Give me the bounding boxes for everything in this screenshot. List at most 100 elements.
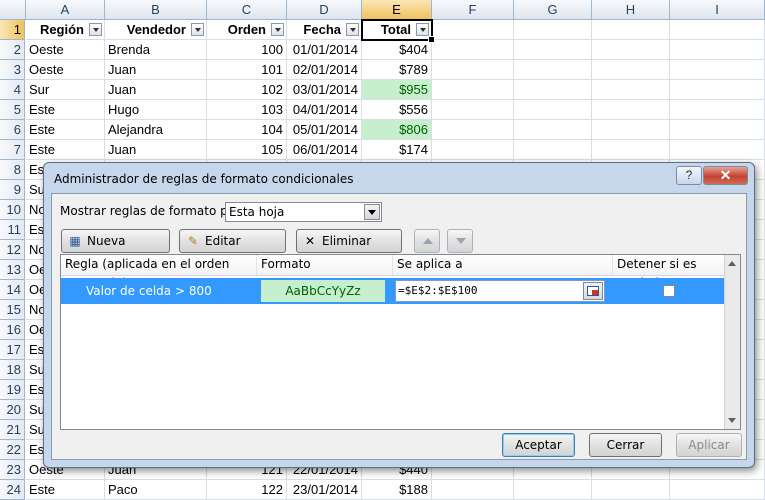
header-applies-to[interactable]: Se aplica a	[393, 255, 613, 275]
cell-b1[interactable]: Vendedor	[105, 20, 207, 40]
rules-list[interactable]: Regla (aplicada en el orden mostrado) Fo…	[60, 254, 741, 430]
cell-b7[interactable]: Juan	[105, 140, 207, 160]
new-rule-button[interactable]: ▦ Nueva regla...	[61, 229, 170, 270]
cell-g2[interactable]	[514, 40, 592, 60]
row-header[interactable]: 14	[0, 280, 25, 300]
cell-b4[interactable]: Juan	[105, 80, 207, 100]
cell-d2[interactable]: 01/01/2014	[287, 40, 362, 60]
row-header[interactable]: 11	[0, 220, 25, 240]
column-header-b[interactable]: B	[105, 0, 207, 20]
row-header[interactable]: 17	[0, 340, 25, 360]
cell-a1[interactable]: Región	[26, 20, 105, 40]
cell-g5[interactable]	[514, 100, 592, 120]
cell-f4[interactable]	[432, 80, 514, 100]
edit-rule-button[interactable]: ✎ Editar regla...	[179, 229, 286, 270]
rule-range-input[interactable]: =$E$2:$E$100	[395, 280, 605, 302]
cell-f24[interactable]	[432, 480, 514, 500]
select-all-corner[interactable]	[0, 0, 26, 20]
row-header[interactable]: 23	[0, 460, 25, 480]
cell-h4[interactable]	[592, 80, 670, 100]
column-header-d[interactable]: D	[287, 0, 362, 20]
row-header[interactable]: 19	[0, 380, 25, 400]
cell-a3[interactable]: Oeste	[26, 60, 105, 80]
cell-f3[interactable]	[432, 60, 514, 80]
scroll-up-icon[interactable]	[728, 261, 736, 266]
cell-f7[interactable]	[432, 140, 514, 160]
cell-d4[interactable]: 03/01/2014	[287, 80, 362, 100]
row-header[interactable]: 15	[0, 300, 25, 320]
row-header[interactable]: 16	[0, 320, 25, 340]
apply-button[interactable]: Aplicar	[676, 433, 742, 457]
ok-button[interactable]: Aceptar	[502, 433, 575, 457]
cell-h5[interactable]	[592, 100, 670, 120]
row-header[interactable]: 13	[0, 260, 25, 280]
cell-b3[interactable]: Juan	[105, 60, 207, 80]
cell-i6[interactable]	[670, 120, 765, 140]
range-picker-icon[interactable]	[583, 282, 603, 300]
cell-c1[interactable]: Orden	[207, 20, 287, 40]
cell-d1[interactable]: Fecha	[287, 20, 362, 40]
rule-row[interactable]: Valor de celda > 800 AaBbCcYyZz =$E$2:$E…	[61, 278, 725, 304]
filter-dropdown-icon[interactable]	[346, 23, 359, 36]
row-header[interactable]: 1	[0, 20, 25, 40]
row-header[interactable]: 6	[0, 120, 25, 140]
cell-h6[interactable]	[592, 120, 670, 140]
cell-i3[interactable]	[670, 60, 765, 80]
cell-h24[interactable]	[592, 480, 670, 500]
cell-a4[interactable]: Sur	[26, 80, 105, 100]
rules-list-scrollbar[interactable]	[724, 255, 740, 429]
scroll-down-icon[interactable]	[728, 418, 736, 423]
cell-d7[interactable]: 06/01/2014	[287, 140, 362, 160]
cell-h2[interactable]	[592, 40, 670, 60]
column-header-f[interactable]: F	[432, 0, 514, 20]
cell-b6[interactable]: Alejandra	[105, 120, 207, 140]
cell-g4[interactable]	[514, 80, 592, 100]
filter-dropdown-icon[interactable]	[191, 23, 204, 36]
cell-d5[interactable]: 04/01/2014	[287, 100, 362, 120]
cell-a6[interactable]: Este	[26, 120, 105, 140]
cell-b2[interactable]: Brenda	[105, 40, 207, 60]
cell-g1[interactable]	[514, 20, 592, 40]
cell-i24[interactable]	[670, 480, 765, 500]
cell-e5[interactable]: $556	[362, 100, 432, 120]
cell-e3[interactable]: $789	[362, 60, 432, 80]
filter-dropdown-icon[interactable]	[271, 23, 284, 36]
row-header[interactable]: 9	[0, 180, 25, 200]
close-window-button[interactable]: ✕	[703, 166, 748, 185]
filter-dropdown-icon[interactable]	[89, 23, 102, 36]
cell-e1[interactable]: Total	[362, 20, 432, 40]
cell-c7[interactable]: 105	[207, 140, 287, 160]
row-header[interactable]: 8	[0, 160, 25, 180]
cell-g3[interactable]	[514, 60, 592, 80]
help-button[interactable]: ?	[676, 166, 702, 185]
cell-a2[interactable]: Oeste	[26, 40, 105, 60]
column-header-a[interactable]: A	[26, 0, 105, 20]
cell-f2[interactable]	[432, 40, 514, 60]
cell-g7[interactable]	[514, 140, 592, 160]
cell-f6[interactable]	[432, 120, 514, 140]
row-header[interactable]: 22	[0, 440, 25, 460]
cell-h7[interactable]	[592, 140, 670, 160]
filter-dropdown-icon[interactable]	[416, 23, 429, 36]
cell-b24[interactable]: Paco	[105, 480, 207, 500]
column-header-i[interactable]: I	[670, 0, 765, 20]
row-header[interactable]: 5	[0, 100, 25, 120]
move-down-button[interactable]	[447, 229, 473, 253]
cell-e4[interactable]: $955	[362, 80, 432, 100]
column-header-c[interactable]: C	[207, 0, 287, 20]
cell-a24[interactable]: Este	[26, 480, 105, 500]
cell-a7[interactable]: Este	[26, 140, 105, 160]
row-header[interactable]: 18	[0, 360, 25, 380]
cell-d6[interactable]: 05/01/2014	[287, 120, 362, 140]
cell-b5[interactable]: Hugo	[105, 100, 207, 120]
column-header-h[interactable]: H	[592, 0, 670, 20]
row-header[interactable]: 24	[0, 480, 25, 500]
column-header-e[interactable]: E	[362, 0, 432, 20]
cell-d3[interactable]: 02/01/2014	[287, 60, 362, 80]
cell-g6[interactable]	[514, 120, 592, 140]
cell-e2[interactable]: $404	[362, 40, 432, 60]
cell-h3[interactable]	[592, 60, 670, 80]
cell-e6[interactable]: $806	[362, 120, 432, 140]
cell-c24[interactable]: 122	[207, 480, 287, 500]
cell-d24[interactable]: 23/01/2014	[287, 480, 362, 500]
